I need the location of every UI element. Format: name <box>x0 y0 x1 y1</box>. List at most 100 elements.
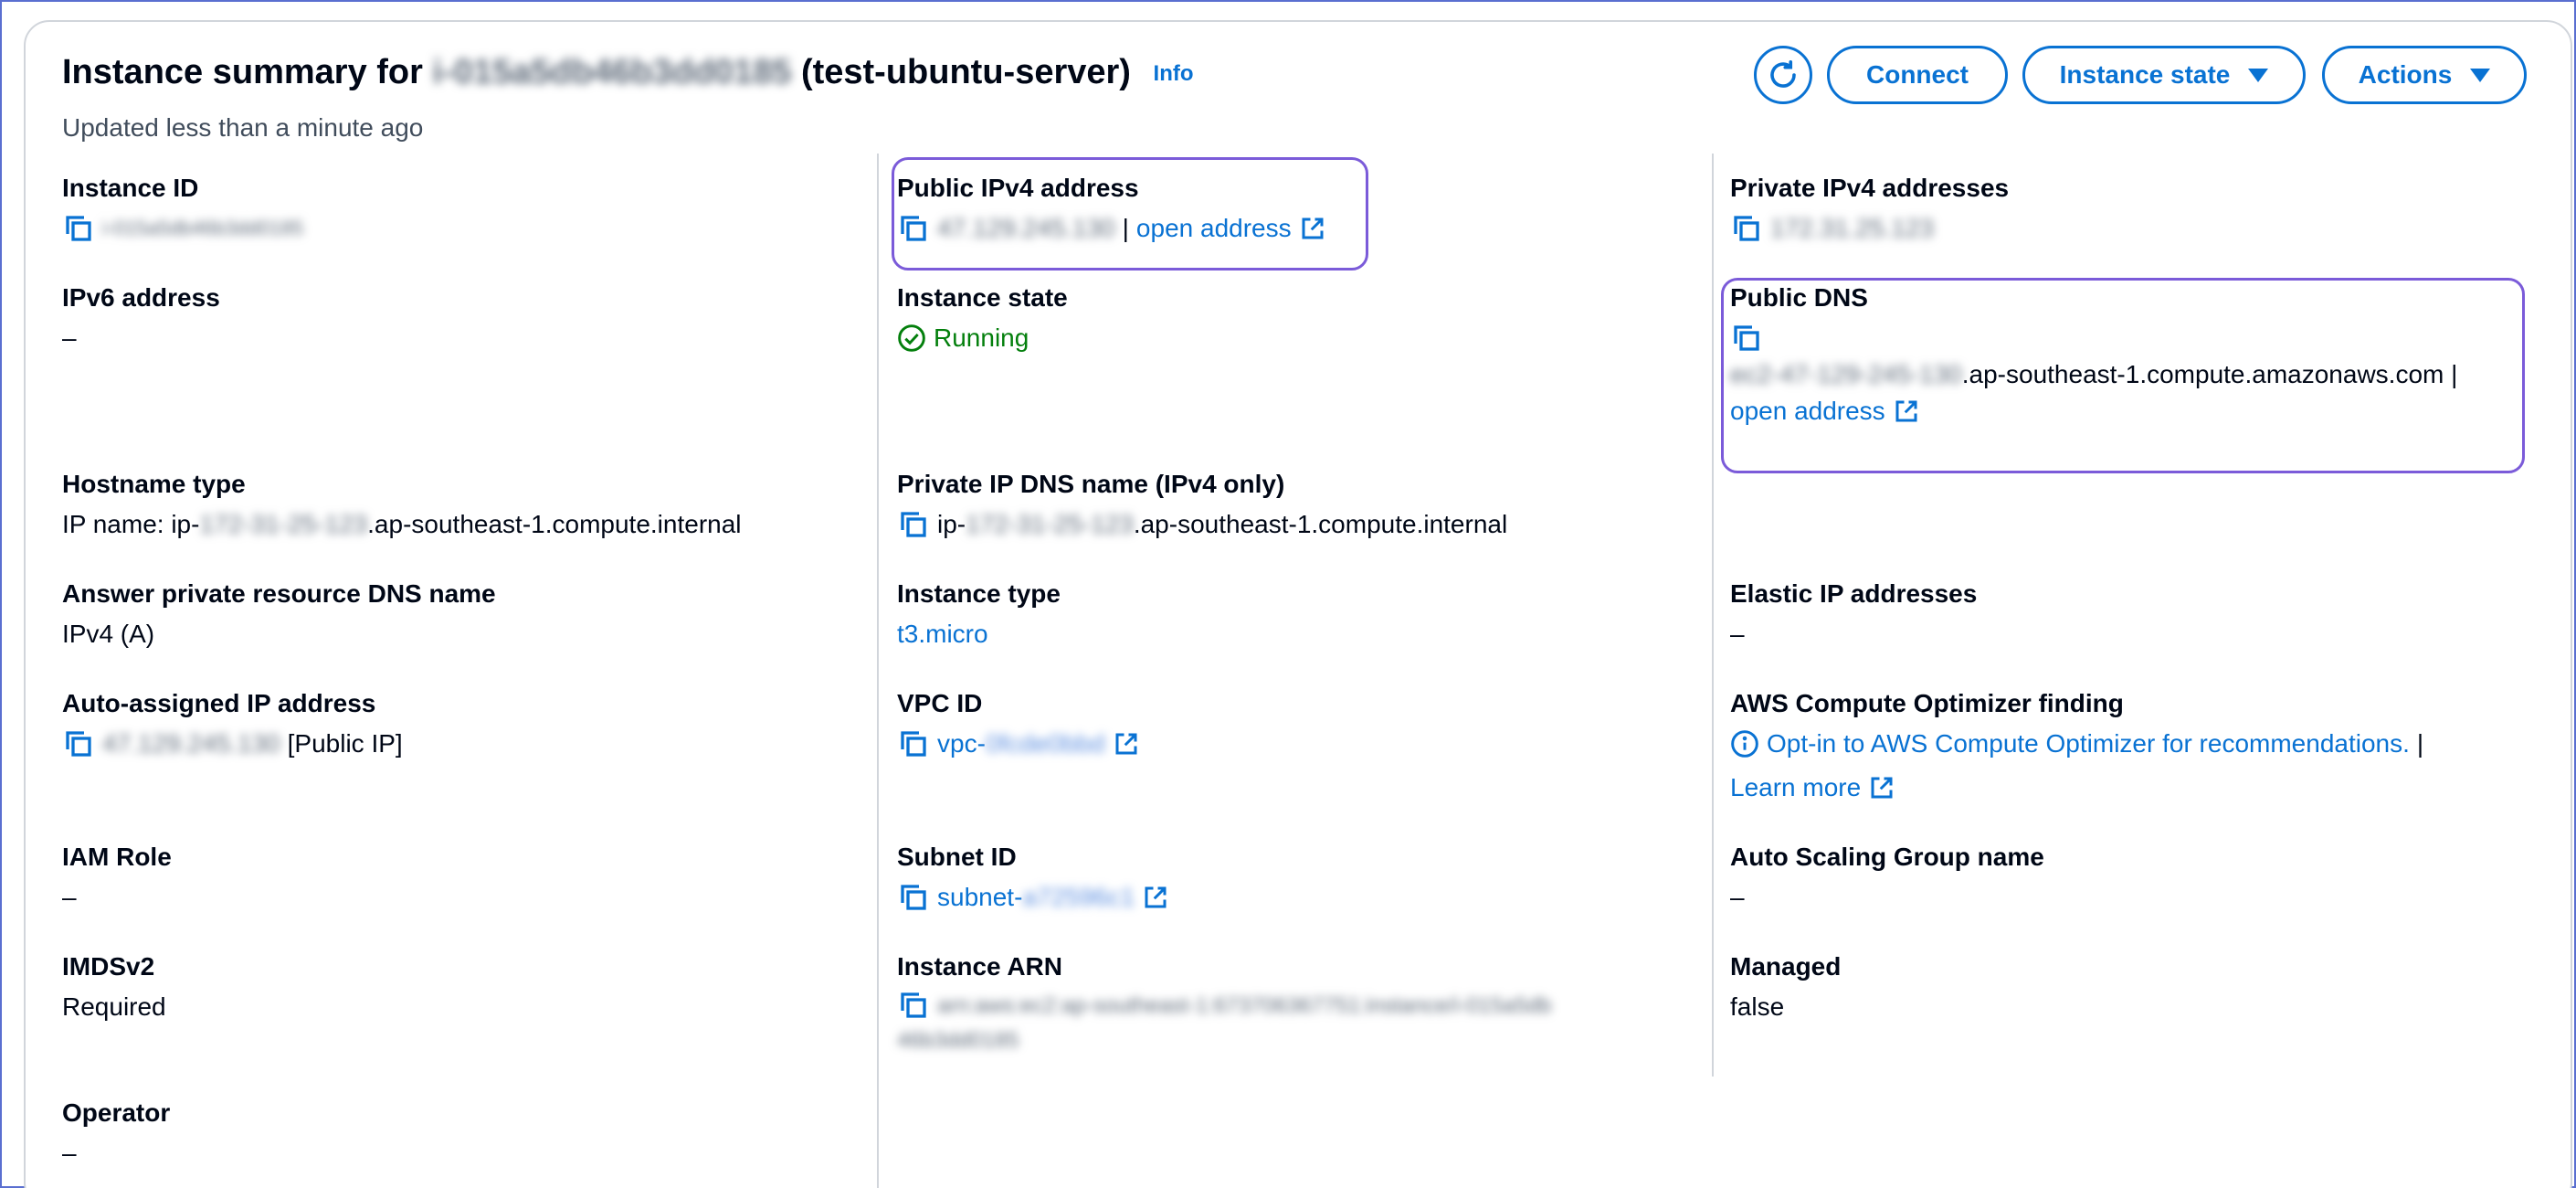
optimizer-separator: | <box>2416 729 2424 758</box>
copy-icon[interactable] <box>897 989 930 1022</box>
instance-id-value: i-015a5db46b3dd0185 <box>102 217 304 239</box>
managed-value: false <box>1730 992 1785 1021</box>
instance-state-button[interactable]: Instance state <box>2022 46 2306 104</box>
copy-icon[interactable] <box>1730 212 1763 245</box>
private-ip-dns-blurred: 172-31-25-123 <box>966 510 1134 538</box>
ipv6-value: – <box>62 324 77 352</box>
instance-arn-line2: 46b3dd0185 <box>897 1028 1019 1053</box>
column-divider-1 <box>877 154 879 1188</box>
actions-button[interactable]: Actions <box>2322 46 2527 104</box>
copy-icon[interactable] <box>897 727 930 760</box>
field-ipv6: IPv6 address – <box>62 283 220 356</box>
opt-in-link[interactable]: Opt-in to AWS Compute Optimizer for reco… <box>1767 726 2410 762</box>
field-answer-dns: Answer private resource DNS name IPv4 (A… <box>62 579 496 652</box>
caret-down-icon <box>2470 68 2491 82</box>
hostname-prefix: IP name: ip- <box>62 510 200 538</box>
private-ip-dns-prefix: ip- <box>937 510 966 538</box>
connect-label: Connect <box>1866 60 1969 89</box>
operator-value: – <box>62 1139 77 1167</box>
field-label: Operator <box>62 1098 171 1127</box>
field-instance-id: Instance ID i-015a5db46b3dd0185 <box>62 174 303 247</box>
title-prefix: Instance summary for <box>62 53 423 91</box>
info-link[interactable]: Info <box>1154 61 1194 86</box>
field-label: IPv6 address <box>62 283 220 312</box>
field-public-dns: Public DNS ec2-47-129-245-130 .ap-southe… <box>1730 283 2457 430</box>
instance-state-label: Instance state <box>2059 60 2231 89</box>
field-label: Public DNS <box>1730 283 1868 312</box>
field-label: VPC ID <box>897 689 983 717</box>
copy-icon[interactable] <box>897 212 930 245</box>
updated-text: Updated less than a minute ago <box>62 113 424 142</box>
learn-more-link[interactable]: Learn more <box>1730 769 1861 806</box>
auto-assigned-ip-suffix: [Public IP] <box>287 729 403 758</box>
title-instance-name: (test-ubuntu-server) <box>800 53 1131 91</box>
subnet-id-prefix: subnet- <box>937 883 1023 911</box>
private-ip-dns-suffix: .ap-southeast-1.compute.internal <box>1133 510 1508 538</box>
field-subnet-id: Subnet ID subnet- a72596c1 <box>897 843 1169 916</box>
iam-role-value: – <box>62 883 77 911</box>
field-compute-optimizer: AWS Compute Optimizer finding Opt-in to … <box>1730 689 2423 806</box>
public-dns-suffix: .ap-southeast-1.compute.amazonaws.com | <box>1961 360 2458 388</box>
external-link-icon[interactable] <box>1868 774 1895 801</box>
page-title: Instance summary for i-015a5db46b3dd0185… <box>62 53 1194 92</box>
field-label: Instance ID <box>62 174 199 202</box>
external-link-icon[interactable] <box>1142 884 1169 911</box>
connect-button[interactable]: Connect <box>1827 46 2008 104</box>
field-label: Instance state <box>897 283 1068 312</box>
external-link-icon[interactable] <box>1893 398 1920 425</box>
external-link-icon[interactable] <box>1299 215 1326 242</box>
instance-type-link[interactable]: t3.micro <box>897 616 988 652</box>
column-divider-2 <box>1712 154 1714 1077</box>
field-label: Public IPv4 address <box>897 174 1139 202</box>
subnet-id-blurred: a72596c1 <box>1022 883 1135 911</box>
info-icon <box>1731 730 1758 758</box>
elastic-ip-value: – <box>1730 620 1745 648</box>
instance-arn-line1: arn:aws:ec2:ap-southeast-1:673706367751:… <box>937 993 1552 1018</box>
field-label: Hostname type <box>62 470 246 498</box>
field-label: AWS Compute Optimizer finding <box>1730 689 2124 717</box>
copy-icon[interactable] <box>1730 322 1763 355</box>
open-address-link[interactable]: open address <box>1136 210 1292 247</box>
field-label: Private IPv4 addresses <box>1730 174 2010 202</box>
hostname-blurred: 172-31-25-123 <box>199 510 368 538</box>
copy-icon[interactable] <box>897 881 930 914</box>
caret-down-icon <box>2248 68 2269 82</box>
title-instance-id: i-015a5db46b3dd0185 <box>432 53 792 91</box>
field-instance-state: Instance state Running <box>897 283 1068 356</box>
field-label: IMDSv2 <box>62 952 155 981</box>
vpc-id-blurred: 0fcde0bbd <box>985 729 1105 758</box>
field-operator: Operator – <box>62 1098 170 1172</box>
public-ipv4-value: 47.129.245.130 <box>937 214 1115 242</box>
field-label: Private IP DNS name (IPv4 only) <box>897 470 1285 498</box>
auto-assigned-ip-value: 47.129.245.130 <box>102 729 280 758</box>
refresh-button[interactable] <box>1754 46 1812 104</box>
field-label: Answer private resource DNS name <box>62 579 496 608</box>
check-circle-icon <box>898 324 925 352</box>
asg-name-value: – <box>1730 883 1745 911</box>
open-address-link[interactable]: open address <box>1730 393 1885 430</box>
actions-label: Actions <box>2358 60 2453 89</box>
external-link-icon[interactable] <box>1113 730 1140 758</box>
field-private-ipv4: Private IPv4 addresses 172.31.25.123 <box>1730 174 2009 247</box>
instance-state-value: Running <box>934 324 1029 352</box>
field-elastic-ip: Elastic IP addresses – <box>1730 579 1977 652</box>
field-label: Managed <box>1730 952 1842 981</box>
field-label: Subnet ID <box>897 843 1017 871</box>
imdsv2-value: Required <box>62 992 166 1021</box>
field-label: IAM Role <box>62 843 172 871</box>
refresh-icon <box>1770 59 1796 88</box>
copy-icon[interactable] <box>62 727 95 760</box>
answer-dns-value: IPv4 (A) <box>62 620 155 648</box>
field-public-ipv4: Public IPv4 address 47.129.245.130 | ope… <box>897 174 1326 247</box>
vpc-id-link[interactable]: vpc- 0fcde0bbd <box>937 726 1105 762</box>
field-auto-assigned-ip: Auto-assigned IP address 47.129.245.130 … <box>62 689 403 762</box>
field-private-ip-dns: Private IP DNS name (IPv4 only) ip- 172-… <box>897 470 1507 543</box>
field-label: Auto Scaling Group name <box>1730 843 2044 871</box>
copy-icon[interactable] <box>62 212 95 245</box>
field-iam-role: IAM Role – <box>62 843 172 916</box>
subnet-id-link[interactable]: subnet- a72596c1 <box>937 879 1135 916</box>
copy-icon[interactable] <box>897 508 930 541</box>
field-instance-type: Instance type t3.micro <box>897 579 1061 652</box>
hostname-suffix: .ap-southeast-1.compute.internal <box>367 510 742 538</box>
field-asg-name: Auto Scaling Group name – <box>1730 843 2044 916</box>
